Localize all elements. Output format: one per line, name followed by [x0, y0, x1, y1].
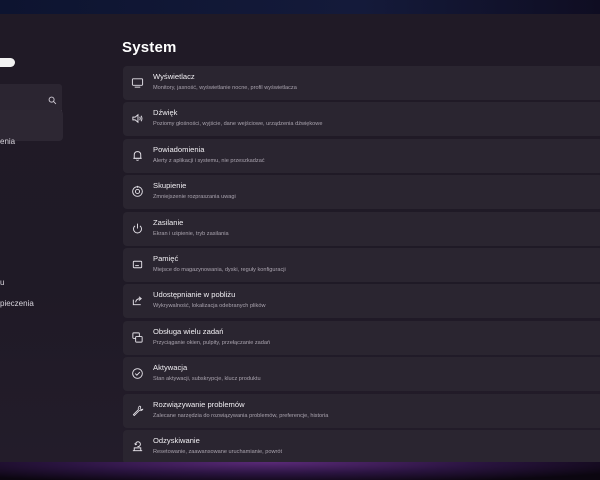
setting-label: Udostępnianie w pobliżu — [153, 290, 236, 300]
bell-icon — [131, 149, 144, 162]
settings-list: Wyświetlacz Monitory, jasność, wyświetla… — [123, 66, 600, 464]
setting-display[interactable]: Wyświetlacz Monitory, jasność, wyświetla… — [123, 66, 600, 100]
setting-description: Zmniejszenie rozpraszania uwagi — [153, 194, 236, 201]
multitasking-icon — [131, 331, 144, 344]
setting-troubleshoot[interactable]: Rozwiązywanie problemów Zalecane narzędz… — [123, 393, 600, 428]
setting-recovery[interactable]: Odzyskiwanie Resetowanie, zaawansowane u… — [123, 429, 600, 464]
setting-label: Wyświetlacz — [153, 72, 195, 81]
page-title: System — [122, 39, 177, 56]
sidebar-item-label[interactable]: pieczenia — [0, 299, 34, 308]
setting-storage[interactable]: Pamięć Miejsce do magazynowania, dyski, … — [123, 247, 600, 282]
focus-icon — [131, 185, 144, 198]
power-icon — [131, 222, 144, 235]
search-icon[interactable] — [48, 92, 57, 105]
setting-description: Poziomy głośności, wyjście, dane wejścio… — [153, 121, 323, 128]
setting-description: Resetowanie, zaawansowane uruchamianie, … — [153, 448, 283, 455]
setting-nearby-sharing[interactable]: Udostępnianie w pobliżu Wykrywalność, lo… — [123, 284, 600, 319]
setting-power[interactable]: Zasilanie Ekran i uśpienie, tryb zasilan… — [123, 211, 600, 246]
setting-description: Stan aktywacji, subskrypcje, klucz produ… — [153, 376, 261, 383]
setting-description: Ekran i uśpienie, tryb zasilania — [153, 230, 229, 237]
account-pill[interactable] — [0, 58, 15, 67]
desktop-background-bottom — [0, 462, 600, 480]
monitor-icon — [131, 76, 144, 89]
setting-label: Dźwięk — [153, 108, 178, 118]
setting-label: Zasilanie — [153, 217, 184, 227]
setting-notifications[interactable]: Powiadomienia Alerty z aplikacji i syste… — [123, 138, 600, 173]
setting-description: Monitory, jasność, wyświetlanie nocne, p… — [153, 85, 297, 91]
setting-label: Rozwiązywanie problemów — [153, 399, 245, 409]
settings-window: enia u pieczenia System Wyświetlacz Moni… — [0, 14, 600, 464]
setting-label: Powiadomienia — [153, 144, 205, 154]
setting-sound[interactable]: Dźwięk Poziomy głośności, wyjście, dane … — [123, 102, 600, 137]
setting-description: Alerty z aplikacji i systemu, nie przesz… — [153, 157, 265, 164]
wrench-icon — [131, 404, 144, 417]
activation-icon — [131, 367, 144, 380]
share-icon — [131, 294, 144, 307]
setting-label: Odzyskiwanie — [153, 435, 200, 445]
setting-description: Zalecane narzędzia do rozwiązywania prob… — [153, 412, 329, 419]
search-input[interactable] — [0, 84, 62, 113]
setting-label: Skupienie — [153, 181, 187, 191]
sidebar-item-label[interactable]: enia — [0, 137, 15, 146]
setting-label: Aktywacja — [153, 363, 188, 373]
storage-icon — [131, 258, 144, 271]
setting-multitasking[interactable]: Obsługa wielu zadań Przyciąganie okien, … — [123, 320, 600, 355]
setting-label: Obsługa wielu zadań — [153, 326, 224, 336]
setting-description: Wykrywalność, lokalizacja odebranych pli… — [153, 303, 266, 310]
desktop-background-top — [0, 0, 600, 14]
sidebar-item-label[interactable]: u — [0, 278, 4, 287]
setting-label: Pamięć — [153, 253, 179, 263]
setting-description: Miejsce do magazynowania, dyski, reguły … — [153, 266, 286, 273]
speaker-icon — [131, 112, 144, 125]
setting-focus[interactable]: Skupienie Zmniejszenie rozpraszania uwag… — [123, 175, 600, 210]
recovery-icon — [131, 440, 144, 453]
setting-activation[interactable]: Aktywacja Stan aktywacji, subskrypcje, k… — [123, 357, 600, 392]
setting-description: Przyciąganie okien, pulpity, przełączani… — [153, 339, 271, 346]
